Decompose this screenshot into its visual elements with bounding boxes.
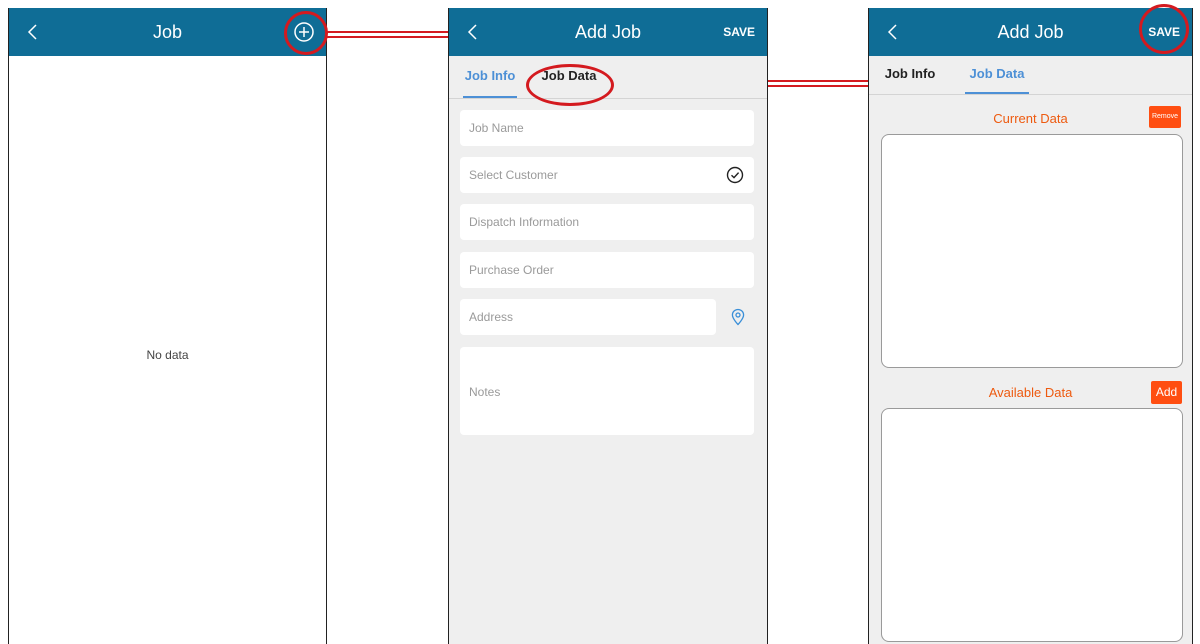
tab-bar: Job Info Job Data (869, 56, 1192, 95)
available-data-title: Available Data (988, 385, 1073, 400)
check-circle-icon[interactable] (726, 166, 744, 184)
tab-bar: Job Info Job Data (449, 56, 767, 99)
tab-job-info[interactable]: Job Info (883, 56, 937, 92)
app-header: Add Job SAVE (869, 8, 1192, 56)
tab-job-data[interactable]: Job Data (537, 56, 601, 96)
plus-circle-icon[interactable] (292, 20, 316, 44)
current-data-list[interactable] (881, 134, 1183, 368)
select-customer-field[interactable]: Select Customer (460, 157, 754, 193)
tab-job-data[interactable]: Job Data (965, 56, 1029, 94)
add-button[interactable]: Add (1151, 381, 1182, 404)
remove-button[interactable]: Remove (1149, 106, 1181, 128)
app-header: Job (9, 8, 326, 56)
purchase-order-field[interactable]: Purchase Order (460, 252, 754, 288)
empty-state-text: No data (146, 348, 189, 362)
location-pin-icon[interactable] (729, 308, 747, 326)
job-name-field[interactable]: Job Name (460, 110, 754, 146)
connector-line (326, 31, 448, 38)
page-title: Add Job (997, 22, 1064, 42)
select-customer-placeholder: Select Customer (469, 168, 558, 182)
tab-job-info[interactable]: Job Info (463, 56, 517, 98)
page-title: Job (152, 22, 183, 42)
available-data-list[interactable] (881, 408, 1183, 642)
address-field[interactable]: Address (460, 299, 716, 335)
notes-field[interactable]: Notes (460, 347, 754, 435)
add-job-data-screen: Add Job SAVE Job Info Job Data Current D… (868, 8, 1193, 644)
save-button[interactable]: SAVE (723, 8, 755, 56)
app-header: Add Job SAVE (449, 8, 767, 56)
job-list-screen: Job No data (8, 8, 327, 644)
page-title: Add Job (574, 22, 642, 42)
dispatch-information-field[interactable]: Dispatch Information (460, 204, 754, 240)
save-button[interactable]: SAVE (1148, 8, 1180, 56)
add-job-info-screen: Add Job SAVE Job Info Job Data Job Name … (448, 8, 768, 644)
current-data-title: Current Data (993, 111, 1068, 126)
